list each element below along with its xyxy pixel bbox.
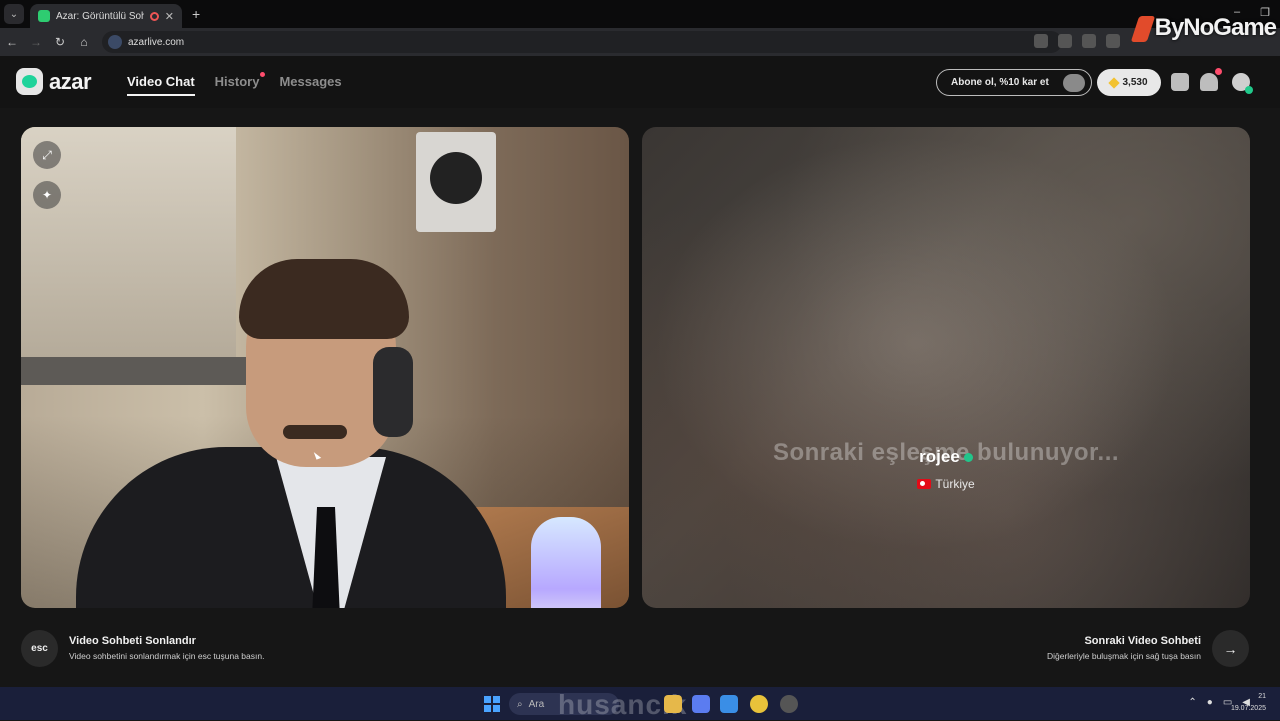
peer-info: rojee Türkiye [642, 447, 1250, 494]
app-header: azar Video Chat History Messages Abone o… [0, 56, 1280, 108]
home-icon[interactable]: ⌂ [72, 35, 96, 49]
end-chat-subtitle: Video sohbetini sonlandırmak için esc tu… [69, 651, 265, 661]
profile-avatar[interactable] [1232, 73, 1253, 94]
online-status-icon [1245, 86, 1253, 94]
peer-country-row: Türkiye [917, 477, 975, 491]
nav-messages[interactable]: Messages [279, 74, 341, 96]
extensions [1034, 34, 1120, 48]
bynogame-logo-icon [1130, 15, 1155, 42]
expand-icon[interactable]: ⤢ [33, 141, 61, 169]
friends-icon [1063, 74, 1085, 92]
taskbar-app-icon[interactable] [780, 695, 798, 713]
forward-icon[interactable]: → [24, 35, 48, 49]
subscribe-label: Abone ol, %10 kar et [951, 77, 1049, 88]
subscribe-button[interactable]: Abone ol, %10 kar et [936, 69, 1092, 96]
clock-date: 19.07.2025 [1230, 705, 1266, 712]
extension-icon[interactable] [1106, 34, 1120, 48]
notification-bell-icon[interactable] [1200, 68, 1222, 91]
clock-time: 21 [1258, 693, 1266, 700]
clock[interactable]: 21 19.07.2025 [1231, 691, 1266, 715]
chevron-up-icon[interactable]: ⌃ [1188, 697, 1196, 708]
verified-icon [963, 453, 973, 463]
windows-taskbar: ⌕ Ara husancık ⌃ ● ▭ ◀ 21 19.07.2025 [0, 687, 1280, 720]
microphone [531, 517, 601, 608]
end-chat-hint: Video Sohbeti Sonlandır Video sohbetini … [69, 635, 264, 661]
taskbar-search-label: Ara [528, 698, 545, 710]
peer-name-row: rojee [642, 447, 1250, 467]
peer-country: Türkiye [935, 477, 975, 491]
notification-badge [1215, 68, 1222, 75]
brand[interactable]: azar [16, 68, 92, 95]
extension-icon[interactable] [1034, 34, 1048, 48]
brand-name: azar [49, 68, 92, 94]
recording-icon [149, 11, 159, 21]
history-notification-dot [260, 72, 266, 77]
gems-count: 3,530 [1122, 77, 1148, 88]
person-hair [239, 259, 409, 339]
chrome-icon[interactable] [750, 695, 768, 713]
taskbar-app-icon[interactable] [720, 695, 738, 713]
search-icon: ⌕ [517, 698, 523, 710]
azar-logo-icon [16, 68, 43, 95]
inventory-icon[interactable] [1171, 73, 1189, 91]
windows-start-icon[interactable] [484, 696, 500, 712]
next-chat-hint: Sonraki Video Sohbeti Diğerleriyle buluş… [1047, 635, 1201, 661]
person-mustache [283, 425, 347, 439]
gem-icon [1108, 76, 1121, 89]
extension-icon[interactable] [1082, 34, 1096, 48]
azar-favicon-icon [38, 10, 50, 22]
peer-name: rojee [919, 447, 960, 466]
nav-history-label: History [214, 74, 260, 89]
gems-balance[interactable]: 3,530 [1097, 69, 1161, 96]
next-chat-subtitle: Diğerleriyle buluşmak için sağ tuşa bası… [1046, 651, 1201, 661]
extension-icon[interactable] [1058, 34, 1072, 48]
reload-icon[interactable]: ↻ [48, 35, 72, 49]
taskbar-app-icon[interactable] [692, 695, 710, 713]
nav-history[interactable]: History [214, 72, 266, 96]
microphone-icon[interactable]: ● [1207, 697, 1213, 708]
background-speaker [416, 132, 496, 232]
local-video: ⤢ ✦ [21, 127, 629, 608]
address-bar[interactable]: azarlive.com [102, 31, 1062, 53]
effects-wand-icon[interactable]: ✦ [33, 181, 61, 209]
browser-tab[interactable]: Azar: Görüntülü Sohbet & V ✕ [30, 4, 182, 28]
tab-search-button[interactable]: ⌄ [4, 4, 24, 24]
next-chat-title: Sonraki Video Sohbeti [1084, 635, 1201, 647]
arrow-right-icon: → [1223, 640, 1238, 657]
main-nav: Video Chat History Messages [127, 72, 342, 96]
bynogame-watermark: ByNoGame [1130, 14, 1277, 42]
nav-video-chat[interactable]: Video Chat [127, 74, 195, 96]
browser-tabbar: ⌄ Azar: Görüntülü Sohbet & V ✕ + – ❐ [0, 0, 1280, 28]
back-icon[interactable]: ← [0, 35, 24, 49]
background-desk [21, 357, 251, 385]
tab-title: Azar: Görüntülü Sohbet & V [56, 10, 144, 22]
turkey-flag-icon [917, 479, 932, 489]
watermark-text: ByNoGame [1154, 14, 1277, 41]
site-info-icon[interactable] [108, 35, 122, 49]
remote-video: Sonraki eşleşme bulunuyor... rojee Türki… [642, 127, 1250, 608]
end-chat-title: Video Sohbeti Sonlandır [69, 635, 196, 647]
end-chat-button[interactable]: esc [21, 630, 58, 667]
next-chat-button[interactable]: → [1212, 630, 1249, 667]
headphones [373, 347, 413, 437]
file-explorer-icon[interactable] [664, 695, 682, 713]
url-text: azarlive.com [128, 36, 185, 48]
browser-toolbar: ← → ↻ ⌂ azarlive.com [0, 28, 1280, 56]
new-tab-button[interactable]: + [192, 6, 200, 22]
close-tab-icon[interactable]: ✕ [165, 10, 174, 23]
